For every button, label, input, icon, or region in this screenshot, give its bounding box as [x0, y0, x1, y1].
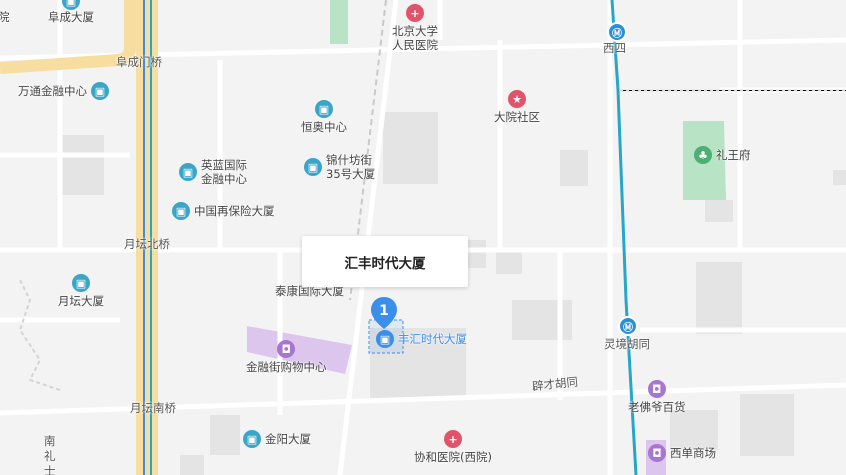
green-area-north: [330, 0, 348, 44]
park-icon: ♣: [694, 146, 712, 164]
poi-jinrongjie[interactable]: ◘ 金融街购物中心: [246, 340, 327, 374]
shopping-bag-icon: ◘: [648, 444, 666, 462]
metro-station-icon[interactable]: Ⓜ: [607, 22, 627, 42]
poi-selected[interactable]: ▣ 丰汇时代大厦: [376, 330, 467, 348]
metro-label-lingjing: 灵境胡同: [604, 337, 650, 351]
star-icon: ★: [508, 90, 526, 108]
info-callout[interactable]: 汇丰时代大厦: [302, 236, 468, 287]
poi-xidan[interactable]: ◘ 西单商场: [648, 444, 716, 462]
poi-jinshi[interactable]: ▣ 锦什坊街 35号大厦: [304, 153, 375, 181]
building-blocks: [60, 112, 846, 475]
building-icon: ▣: [172, 202, 190, 220]
poi-fucheng[interactable]: ▣ 阜成大厦: [48, 0, 94, 24]
marker-number: 1: [379, 303, 389, 319]
building-icon: ▣: [179, 163, 197, 181]
poi-wantong[interactable]: 万通金融中心 ▣: [18, 82, 109, 100]
poi-dayuan[interactable]: ★ 大院社区: [494, 90, 540, 124]
hospital-cross-icon: +: [406, 4, 424, 22]
poi-beida-hospital[interactable]: + 北京大学 人民医院: [392, 4, 438, 52]
poi-hengao[interactable]: ▣ 恒奥中心: [301, 100, 347, 134]
building-icon: ▣: [62, 0, 80, 10]
road-label-fuchengmenqiao: 阜成门桥: [116, 55, 162, 69]
road-label-yuetannanqiao: 月坛南桥: [130, 401, 176, 415]
park-contour: [18, 279, 61, 391]
dashed-boundary: [619, 89, 846, 92]
poi-liwangfu[interactable]: ♣ 礼王府: [694, 146, 751, 164]
building-icon: ▣: [315, 100, 333, 118]
poi-laofoye[interactable]: ◘ 老佛爷百货: [628, 380, 686, 414]
callout-title: 汇丰时代大厦: [344, 255, 426, 272]
shopping-bag-icon: ◘: [647, 380, 666, 398]
poi-xiehe-hospital[interactable]: + 协和医院(西院): [414, 430, 492, 464]
poi-yinglan[interactable]: ▣ 英蓝国际 金融中心: [179, 158, 247, 186]
building-icon: ▣: [72, 274, 90, 292]
metro-label-xisi: 西四: [603, 41, 626, 55]
poi-corner[interactable]: 院: [0, 10, 10, 24]
building-icon: ▣: [304, 158, 322, 176]
building-icon: ▣: [243, 430, 261, 448]
road-label-nanlishi: 南 礼 士: [44, 434, 56, 475]
building-icon: ▣: [376, 330, 394, 348]
building-icon: ▣: [91, 82, 109, 100]
shopping-bag-icon: ◘: [277, 340, 296, 358]
road-label-yuetanbeiqiao: 月坛北桥: [124, 237, 170, 251]
poi-yuetan[interactable]: ▣ 月坛大厦: [58, 274, 104, 308]
location-pin-icon[interactable]: 1: [370, 296, 398, 330]
hospital-cross-icon: +: [443, 430, 462, 448]
map-canvas[interactable]: 阜成门桥 月坛北桥 月坛南桥 辟才胡同 南 礼 士 Ⓜ 西四 Ⓜ 灵境胡同 院 …: [0, 0, 846, 475]
metro-station-icon[interactable]: Ⓜ: [618, 316, 638, 336]
poi-zhongguo[interactable]: ▣ 中国再保险大厦: [172, 202, 275, 220]
poi-jinyang[interactable]: ▣ 金阳大厦: [243, 430, 311, 448]
